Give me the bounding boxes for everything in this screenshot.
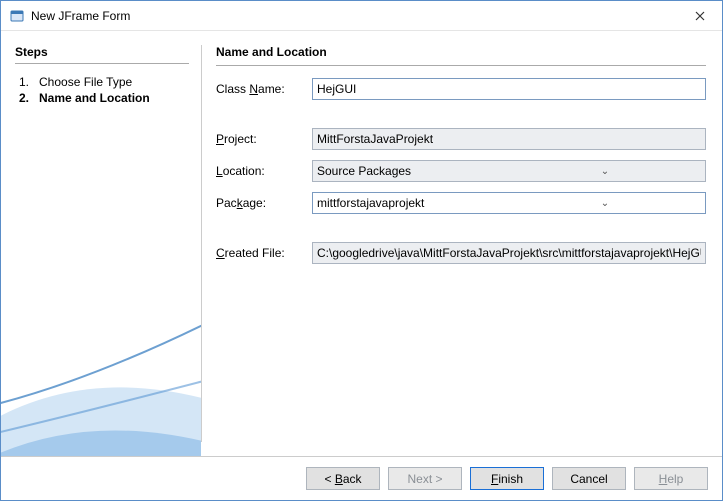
package-value: mittforstajavaprojekt xyxy=(317,196,509,210)
chevron-down-icon: ⌄ xyxy=(509,198,701,209)
location-combo[interactable]: Source Packages ⌄ xyxy=(312,160,706,182)
step-number: 1. xyxy=(15,75,29,89)
project-label: Project: xyxy=(216,132,304,146)
package-combo[interactable]: mittforstajavaprojekt ⌄ xyxy=(312,192,706,214)
form-heading: Name and Location xyxy=(216,45,706,59)
step-number: 2. xyxy=(15,91,29,105)
project-field xyxy=(312,128,706,150)
steps-heading: Steps xyxy=(15,45,189,59)
finish-button[interactable]: Finish xyxy=(470,467,544,490)
created-file-field xyxy=(312,242,706,264)
window-title: New JFrame Form xyxy=(31,9,677,23)
steps-list: 1. Choose File Type 2. Name and Location xyxy=(15,74,189,106)
dialog-body: Steps 1. Choose File Type 2. Name and Lo… xyxy=(1,31,722,456)
created-file-label: Created File: xyxy=(216,246,304,260)
form-spacer xyxy=(216,224,706,232)
close-button[interactable] xyxy=(677,1,722,31)
wizard-dialog: New JFrame Form Steps 1. Choose File Typ… xyxy=(0,0,723,501)
chevron-down-icon: ⌄ xyxy=(509,166,701,177)
location-label: Location: xyxy=(216,164,304,178)
location-value: Source Packages xyxy=(317,164,509,178)
steps-panel: Steps 1. Choose File Type 2. Name and Lo… xyxy=(1,31,201,456)
step-item: 1. Choose File Type xyxy=(15,74,189,90)
spacer xyxy=(216,264,706,448)
cancel-button[interactable]: Cancel xyxy=(552,467,626,490)
class-name-label: Class Name: xyxy=(216,82,304,96)
step-label: Name and Location xyxy=(39,91,150,105)
form-panel: Name and Location Class Name: Project: L… xyxy=(202,31,722,456)
divider xyxy=(216,65,706,66)
help-button: Help xyxy=(634,467,708,490)
step-item-current: 2. Name and Location xyxy=(15,90,189,106)
decorative-swoosh xyxy=(1,276,201,456)
divider xyxy=(15,63,189,64)
titlebar: New JFrame Form xyxy=(1,1,722,31)
app-icon xyxy=(9,8,25,24)
form-spacer xyxy=(216,110,706,118)
next-button: Next > xyxy=(388,467,462,490)
button-bar: < Back Next > Finish Cancel Help xyxy=(1,456,722,500)
form-grid: Class Name: Project: Location: Source Pa… xyxy=(216,78,706,264)
back-button[interactable]: < Back xyxy=(306,467,380,490)
class-name-input[interactable] xyxy=(312,78,706,100)
step-label: Choose File Type xyxy=(39,75,132,89)
package-label: Package: xyxy=(216,196,304,210)
close-icon xyxy=(695,11,705,21)
